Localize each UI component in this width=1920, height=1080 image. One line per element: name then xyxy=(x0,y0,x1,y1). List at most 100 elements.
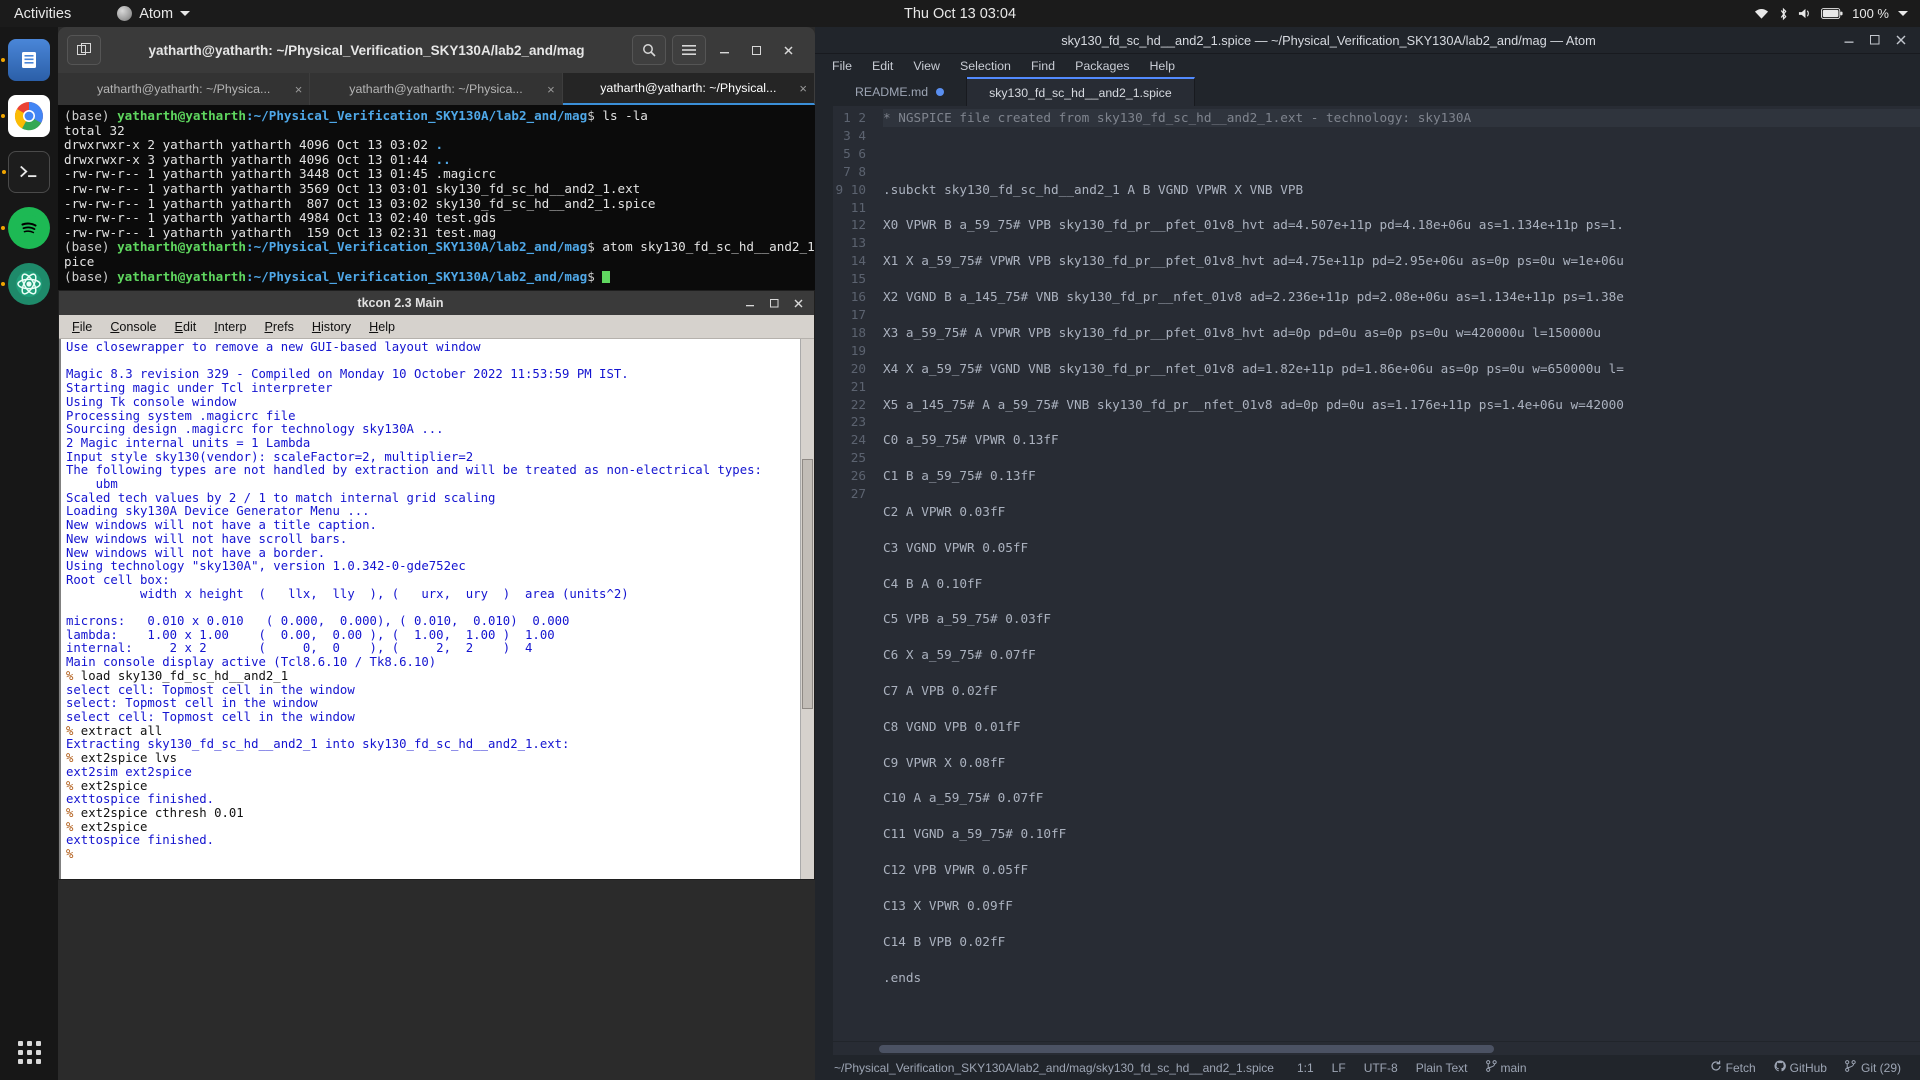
atom-maximize-button[interactable] xyxy=(1862,29,1888,51)
terminal-tab-close-icon[interactable]: × xyxy=(799,81,807,96)
atom-hscroll-thumb[interactable] xyxy=(879,1045,1494,1053)
status-git-button[interactable]: Git (29) xyxy=(1836,1060,1910,1075)
atom-tab-label: sky130_fd_sc_hd__and2_1.spice xyxy=(989,85,1172,100)
atom-tab-1[interactable]: README.md xyxy=(833,77,968,106)
status-line-ending[interactable]: LF xyxy=(1323,1061,1355,1075)
tkcon-titlebar[interactable]: tkcon 2.3 Main xyxy=(59,291,814,315)
terminal-tab-label: yatharth@yatharth: ~/Physica... xyxy=(349,82,523,96)
status-encoding[interactable]: UTF-8 xyxy=(1355,1061,1407,1075)
atom-menu-packages[interactable]: Packages xyxy=(1066,57,1138,75)
tkcon-menu-file[interactable]: File xyxy=(65,318,99,336)
terminal-maximize-button[interactable] xyxy=(741,36,771,64)
app-menu-button[interactable]: Atom xyxy=(117,5,191,22)
tkcon-menu-interp[interactable]: Interp xyxy=(207,318,253,336)
dock-item-atom[interactable] xyxy=(1,263,50,305)
atom-titlebar[interactable]: sky130_fd_sc_hd__and2_1.spice — ~/Physic… xyxy=(815,27,1920,54)
status-fetch-label: Fetch xyxy=(1725,1060,1756,1075)
dock-item-chrome[interactable] xyxy=(1,95,50,137)
dock-item-terminal[interactable] xyxy=(2,151,50,193)
atom-tab-strip[interactable]: README.md sky130_fd_sc_hd__and2_1.spice xyxy=(833,77,1920,106)
atom-menu-selection[interactable]: Selection xyxy=(951,57,1020,75)
activities-button[interactable]: Activities xyxy=(14,6,71,22)
git-icon xyxy=(1845,1060,1857,1075)
battery-percentage: 100 % xyxy=(1852,6,1889,21)
atom-tab-2[interactable]: sky130_fd_sc_hd__and2_1.spice xyxy=(967,77,1195,106)
status-git-branch[interactable]: main xyxy=(1477,1060,1536,1075)
tkcon-scrollbar-thumb[interactable] xyxy=(802,459,813,709)
terminal-tab-2[interactable]: yatharth@yatharth: ~/Physica... × xyxy=(310,73,563,105)
status-git-label: Git (29) xyxy=(1860,1060,1901,1075)
tkcon-console-output[interactable]: Use closewrapper to remove a new GUI-bas… xyxy=(59,339,800,879)
tkcon-close-button[interactable] xyxy=(786,293,810,313)
hamburger-menu-icon[interactable] xyxy=(672,35,706,65)
terminal-title-text: yatharth@yatharth: ~/Physical_Verificati… xyxy=(148,42,585,58)
power-chevron-icon[interactable] xyxy=(1898,11,1908,16)
status-file-path[interactable]: ~/Physical_Verification_SKY130A/lab2_and… xyxy=(825,1061,1288,1075)
tkcon-maximize-button[interactable] xyxy=(762,293,786,313)
terminal-tab-label: yatharth@yatharth: ~/Physical... xyxy=(600,81,777,95)
clock[interactable]: Thu Oct 13 03:04 xyxy=(904,6,1016,22)
terminal-tab-strip[interactable]: yatharth@yatharth: ~/Physica... × yatharth… xyxy=(58,73,815,105)
status-cursor-position[interactable]: 1:1 xyxy=(1288,1061,1323,1075)
sync-icon xyxy=(1710,1060,1722,1075)
terminal-window[interactable]: yatharth@yatharth: ~/Physical_Verificati… xyxy=(58,27,815,290)
status-github-button[interactable]: GitHub xyxy=(1765,1060,1836,1075)
dock-item-spotify[interactable] xyxy=(1,207,50,249)
tkcon-menu-console[interactable]: Console xyxy=(103,318,163,336)
terminal-output[interactable]: (base) yatharth@yatharth:~/Physical_Veri… xyxy=(58,105,815,290)
volume-icon xyxy=(1798,7,1812,20)
show-applications-button[interactable] xyxy=(0,1041,58,1064)
terminal-titlebar[interactable]: yatharth@yatharth: ~/Physical_Verificati… xyxy=(58,27,815,73)
terminal-tab-close-icon[interactable]: × xyxy=(295,82,303,97)
atom-code-content[interactable]: * NGSPICE file created from sky130_fd_sc… xyxy=(875,106,1920,1041)
atom-window[interactable]: sky130_fd_sc_hd__and2_1.spice — ~/Physic… xyxy=(815,27,1920,1080)
system-tray[interactable]: 100 % xyxy=(1754,6,1908,21)
dock-item-files[interactable] xyxy=(1,39,50,81)
atom-menubar[interactable]: File Edit View Selection Find Packages Help xyxy=(815,54,1920,77)
status-branch-label: main xyxy=(1500,1060,1527,1075)
dock[interactable] xyxy=(0,27,58,1080)
branch-icon xyxy=(1485,1060,1497,1075)
atom-side-strip xyxy=(815,77,833,1055)
search-icon[interactable] xyxy=(632,35,666,65)
terminal-tab-3[interactable]: yatharth@yatharth: ~/Physical... × xyxy=(562,73,815,105)
atom-editor[interactable]: 1 2 3 4 5 6 7 8 9 10 11 12 13 14 15 16 1… xyxy=(833,106,1920,1041)
atom-menu-view[interactable]: View xyxy=(904,57,949,75)
wifi-icon xyxy=(1754,7,1769,20)
tkcon-menubar[interactable]: File Console Edit Interp Prefs History Help xyxy=(59,315,814,339)
atom-menu-edit[interactable]: Edit xyxy=(863,57,902,75)
tkcon-menu-help[interactable]: Help xyxy=(362,318,402,336)
tkcon-minimize-button[interactable] xyxy=(738,293,762,313)
bluetooth-icon xyxy=(1778,7,1789,21)
battery-icon xyxy=(1821,8,1843,19)
status-fetch-button[interactable]: Fetch xyxy=(1701,1060,1765,1075)
tkcon-menu-prefs[interactable]: Prefs xyxy=(257,318,300,336)
status-grammar[interactable]: Plain Text xyxy=(1407,1061,1477,1075)
terminal-tab-close-icon[interactable]: × xyxy=(547,82,555,97)
atom-horizontal-scrollbar[interactable] xyxy=(833,1041,1920,1055)
atom-menu-help[interactable]: Help xyxy=(1140,57,1183,75)
atom-main-area: README.md sky130_fd_sc_hd__and2_1.spice 1… xyxy=(815,77,1920,1055)
tkcon-menu-edit[interactable]: Edit xyxy=(168,318,204,336)
terminal-tab-1[interactable]: yatharth@yatharth: ~/Physica... × xyxy=(58,73,311,105)
atom-menu-file[interactable]: File xyxy=(823,57,861,75)
tkcon-menu-history[interactable]: History xyxy=(305,318,358,336)
atom-title-text: sky130_fd_sc_hd__and2_1.spice — ~/Physic… xyxy=(1061,32,1596,48)
atom-line-number-gutter: 1 2 3 4 5 6 7 8 9 10 11 12 13 14 15 16 1… xyxy=(833,106,875,1041)
tkcon-console-area[interactable]: Use closewrapper to remove a new GUI-bas… xyxy=(59,339,814,879)
atom-minimize-button[interactable] xyxy=(1836,29,1862,51)
status-github-label: GitHub xyxy=(1789,1060,1827,1075)
terminal-minimize-button[interactable] xyxy=(709,36,739,64)
tkcon-title-text: tkcon 2.3 Main xyxy=(357,296,444,310)
atom-status-bar[interactable]: ~/Physical_Verification_SKY130A/lab2_and… xyxy=(815,1055,1920,1080)
atom-editor-column: README.md sky130_fd_sc_hd__and2_1.spice 1… xyxy=(833,77,1920,1055)
atom-menu-find[interactable]: Find xyxy=(1022,57,1064,75)
tkcon-window[interactable]: tkcon 2.3 Main File Console Edit Interp Pref… xyxy=(58,290,815,880)
atom-close-button[interactable] xyxy=(1888,29,1914,51)
app-menu-label: Atom xyxy=(139,5,174,22)
atom-app-icon xyxy=(117,6,133,21)
tkcon-scrollbar[interactable] xyxy=(800,339,814,879)
terminal-close-button[interactable] xyxy=(773,36,803,64)
new-tab-icon[interactable] xyxy=(67,35,101,65)
modified-indicator-icon xyxy=(936,87,945,96)
